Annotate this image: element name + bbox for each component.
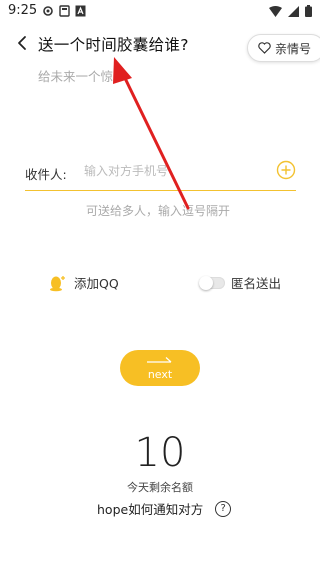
help-icon[interactable]: ? — [215, 500, 232, 517]
remaining-quota-label: 今天剩余名额 — [127, 481, 193, 494]
wifi-icon — [269, 5, 282, 17]
status-bar: 9:25 — [0, 0, 320, 24]
anonymous-label: 匿名送出 — [231, 276, 282, 291]
heart-icon — [258, 42, 271, 54]
recipient-phone-input[interactable] — [84, 164, 254, 178]
battery-icon — [305, 5, 312, 17]
add-qq-button[interactable]: 添加QQ — [48, 273, 119, 292]
notify-info-row[interactable]: hope如何通知对方 ? — [97, 499, 232, 518]
toggle-knob — [199, 275, 213, 290]
remaining-quota-number: 10 — [134, 430, 186, 476]
notification-icon — [59, 5, 70, 17]
next-label: next — [147, 368, 173, 381]
qq-icon — [50, 275, 65, 291]
back-arrow-icon[interactable] — [12, 33, 32, 53]
message-input[interactable]: 给未来一个惊 — [38, 66, 113, 85]
page-title: 送一个时间胶囊给谁? — [38, 36, 189, 54]
recipient-hint: 可送给多人，输入逗号隔开 — [86, 204, 231, 218]
right-arrow-icon — [147, 357, 172, 363]
signal-icon — [288, 5, 299, 17]
notify-text: hope如何通知对方 — [97, 502, 204, 517]
add-recipient-icon[interactable] — [276, 160, 296, 180]
status-time: 9:25 — [8, 3, 38, 18]
add-qq-label: 添加QQ — [74, 276, 119, 291]
next-button[interactable]: next — [120, 350, 200, 386]
anonymous-toggle[interactable] — [199, 275, 225, 290]
kin-number-button[interactable]: 亲情号 — [247, 34, 320, 62]
status-right-icons — [269, 5, 312, 17]
app-a-icon — [75, 5, 86, 17]
gear-icon — [43, 6, 53, 16]
status-left-icons — [42, 5, 86, 17]
anonymous-option[interactable]: 匿名送出 — [199, 273, 281, 292]
recipient-underline — [25, 190, 296, 191]
kin-number-label: 亲情号 — [275, 41, 312, 56]
recipient-label: 收件人: — [25, 167, 67, 182]
